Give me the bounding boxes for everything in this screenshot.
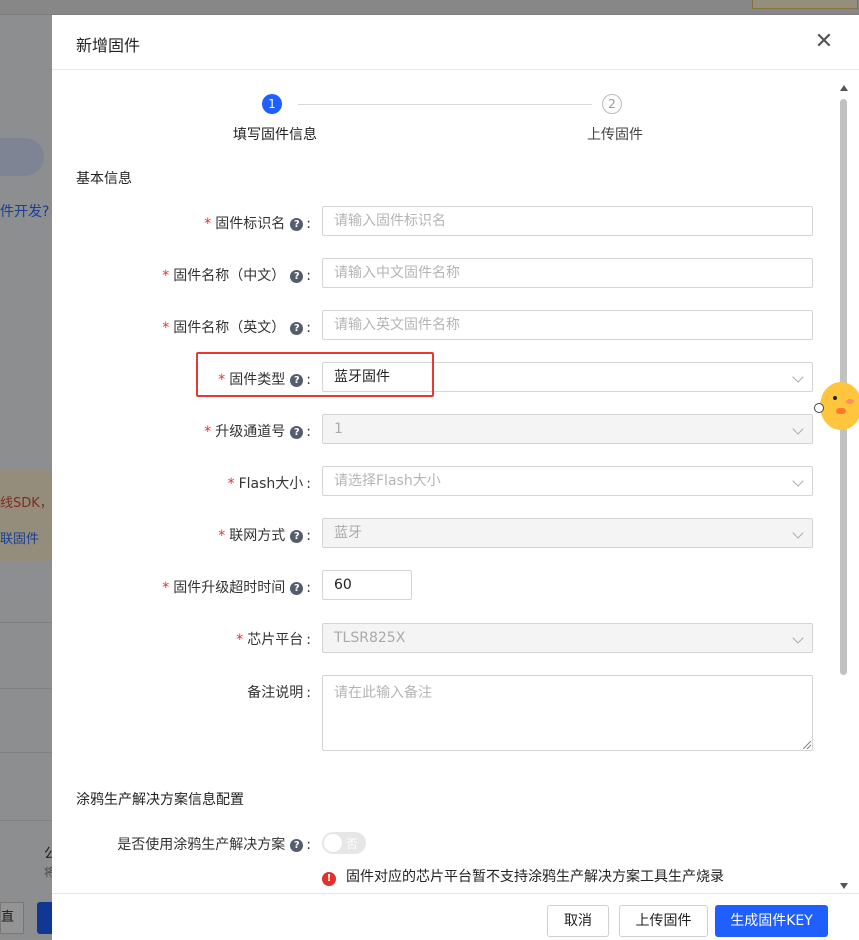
name-en-input[interactable]: 请输入英文固件名称 <box>322 310 813 340</box>
name-cn-input[interactable]: 请输入中文固件名称 <box>322 258 813 288</box>
toggle-knob <box>324 834 342 852</box>
production-toggle-label: 是否使用涂鸦生产解决方案?: <box>117 837 311 853</box>
mascot-beak <box>836 408 846 414</box>
chevron-down-icon <box>792 371 804 383</box>
chevron-down-icon <box>792 527 804 539</box>
cancel-button[interactable]: 取消 <box>547 905 609 937</box>
mascot-hand-icon <box>814 403 824 413</box>
firmware-key-label: * 固件标识名?: <box>204 216 311 232</box>
help-icon[interactable]: ? <box>290 839 304 852</box>
dialog-header: 新增固件 ✕ <box>52 15 859 70</box>
generate-key-button[interactable]: 生成固件KEY <box>715 905 828 937</box>
timeout-input[interactable]: 60 <box>322 570 412 600</box>
step-connector <box>298 104 592 105</box>
platform-warning: ! 固件对应的芯片平台暂不支持涂鸦生产解决方案工具生产烧录 <box>322 866 724 886</box>
firmware-key-input[interactable]: 请输入固件标识名 <box>322 206 813 236</box>
resize-handle[interactable] <box>803 741 811 749</box>
step-1-indicator: 1 <box>262 94 282 114</box>
production-toggle-switch[interactable]: 否 <box>322 832 366 854</box>
upgrade-channel-select: 1 <box>322 414 813 444</box>
help-icon[interactable]: ? <box>290 426 304 439</box>
error-icon: ! <box>322 872 336 886</box>
dialog-scrollbar[interactable] <box>838 85 850 893</box>
network-mode-label: * 联网方式?: <box>218 528 311 544</box>
timeout-label: * 固件升级超时时间?: <box>162 580 311 596</box>
step-2-label: 上传固件 <box>587 127 643 143</box>
step-1-label: 填写固件信息 <box>233 127 317 143</box>
dialog-footer: 取消 上传固件 生成固件KEY <box>52 893 859 940</box>
chevron-down-icon <box>792 423 804 435</box>
assistant-mascot-icon[interactable] <box>820 382 859 430</box>
name-en-label: * 固件名称（英文）?: <box>162 320 311 336</box>
help-icon[interactable]: ? <box>290 322 304 335</box>
step-2-indicator: 2 <box>602 94 622 114</box>
upload-firmware-button[interactable]: 上传固件 <box>619 905 708 937</box>
help-icon[interactable]: ? <box>290 530 304 543</box>
help-icon[interactable]: ? <box>290 582 304 595</box>
dialog-title: 新增固件 <box>76 36 141 55</box>
remark-textarea[interactable]: 请在此输入备注 <box>322 675 813 751</box>
production-section-title: 涂鸦生产解决方案信息配置 <box>76 792 244 808</box>
toggle-state-text: 否 <box>346 837 359 851</box>
add-firmware-dialog: 新增固件 ✕ 1 2 填写固件信息 上传固件 基本信息 * 固件标识名?: 请输入… <box>52 15 859 940</box>
name-cn-label: * 固件名称（中文）?: <box>162 268 311 284</box>
upgrade-channel-label: * 升级通道号?: <box>204 424 311 440</box>
close-icon[interactable]: ✕ <box>814 31 834 53</box>
network-mode-select: 蓝牙 <box>322 518 813 548</box>
scroll-up-icon[interactable] <box>840 85 848 91</box>
flash-size-select[interactable]: 请选择Flash大小 <box>322 466 813 496</box>
chip-platform-label: * 芯片平台: <box>236 632 311 648</box>
chip-platform-select: TLSR825X <box>322 623 813 653</box>
scroll-down-icon[interactable] <box>840 883 848 889</box>
mascot-eye <box>833 396 837 400</box>
help-icon[interactable]: ? <box>290 270 304 283</box>
annotation-highlight-box <box>196 352 434 397</box>
mascot-cheek <box>846 399 854 404</box>
help-icon[interactable]: ? <box>290 218 304 231</box>
remark-label: 备注说明: <box>247 685 311 701</box>
basic-info-section-title: 基本信息 <box>76 171 132 187</box>
chevron-down-icon <box>792 475 804 487</box>
flash-size-label: * Flash大小: <box>227 476 311 492</box>
chevron-down-icon <box>792 632 804 644</box>
